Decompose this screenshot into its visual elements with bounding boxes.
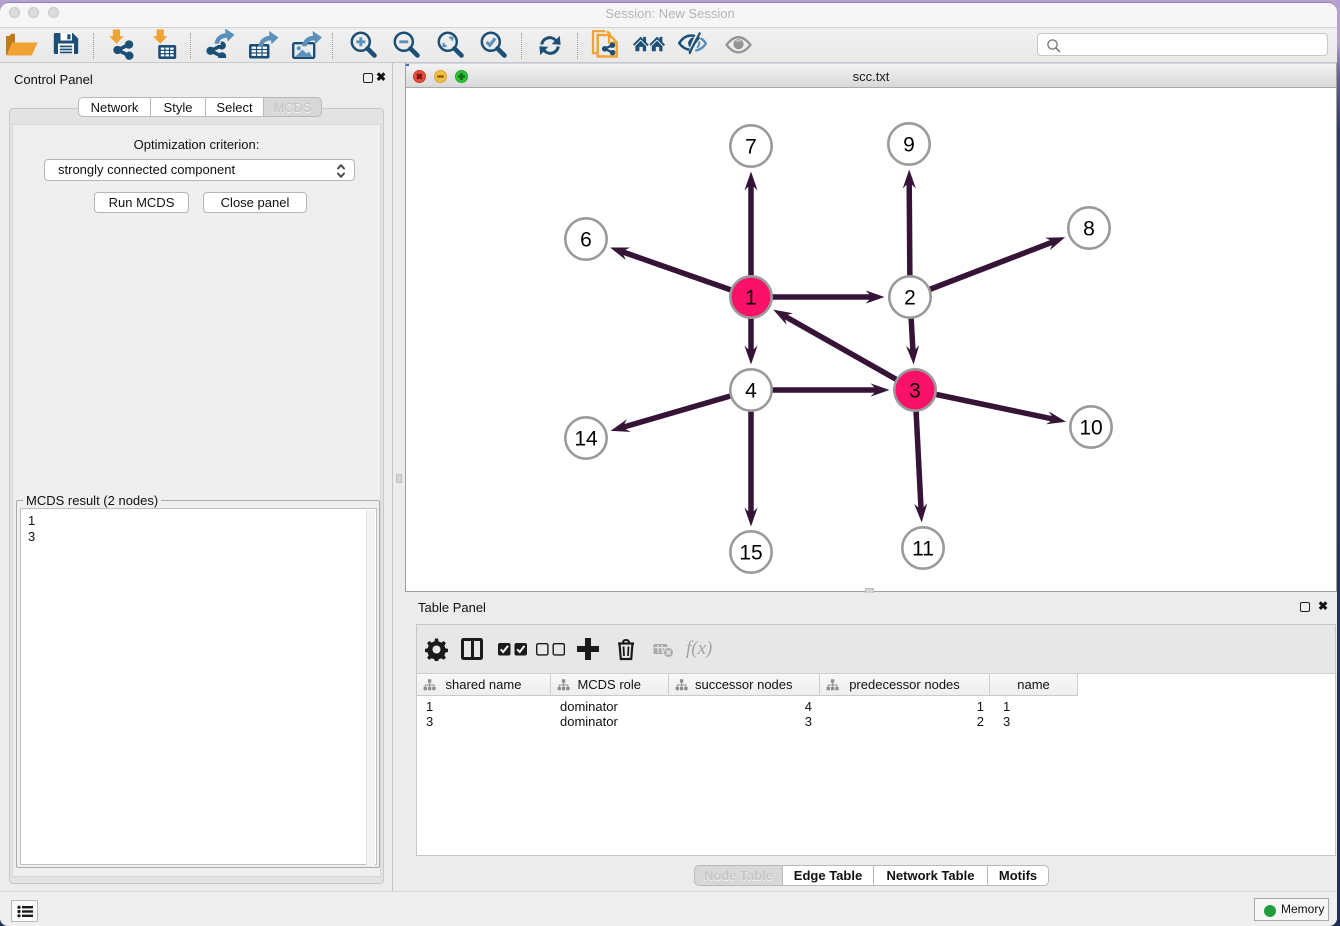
- svg-text:8: 8: [1083, 218, 1095, 241]
- svg-text:6: 6: [580, 229, 592, 252]
- svg-text:1: 1: [745, 287, 757, 310]
- svg-text:11: 11: [912, 538, 934, 561]
- svg-text:14: 14: [574, 428, 598, 451]
- svg-text:9: 9: [903, 134, 915, 157]
- svg-text:7: 7: [745, 136, 757, 159]
- svg-text:f(x): f(x): [686, 638, 712, 659]
- svg-text:4: 4: [745, 380, 757, 403]
- svg-text:2: 2: [904, 287, 916, 310]
- svg-text:3: 3: [909, 380, 921, 403]
- svg-text:15: 15: [739, 542, 762, 565]
- svg-text:10: 10: [1079, 417, 1102, 440]
